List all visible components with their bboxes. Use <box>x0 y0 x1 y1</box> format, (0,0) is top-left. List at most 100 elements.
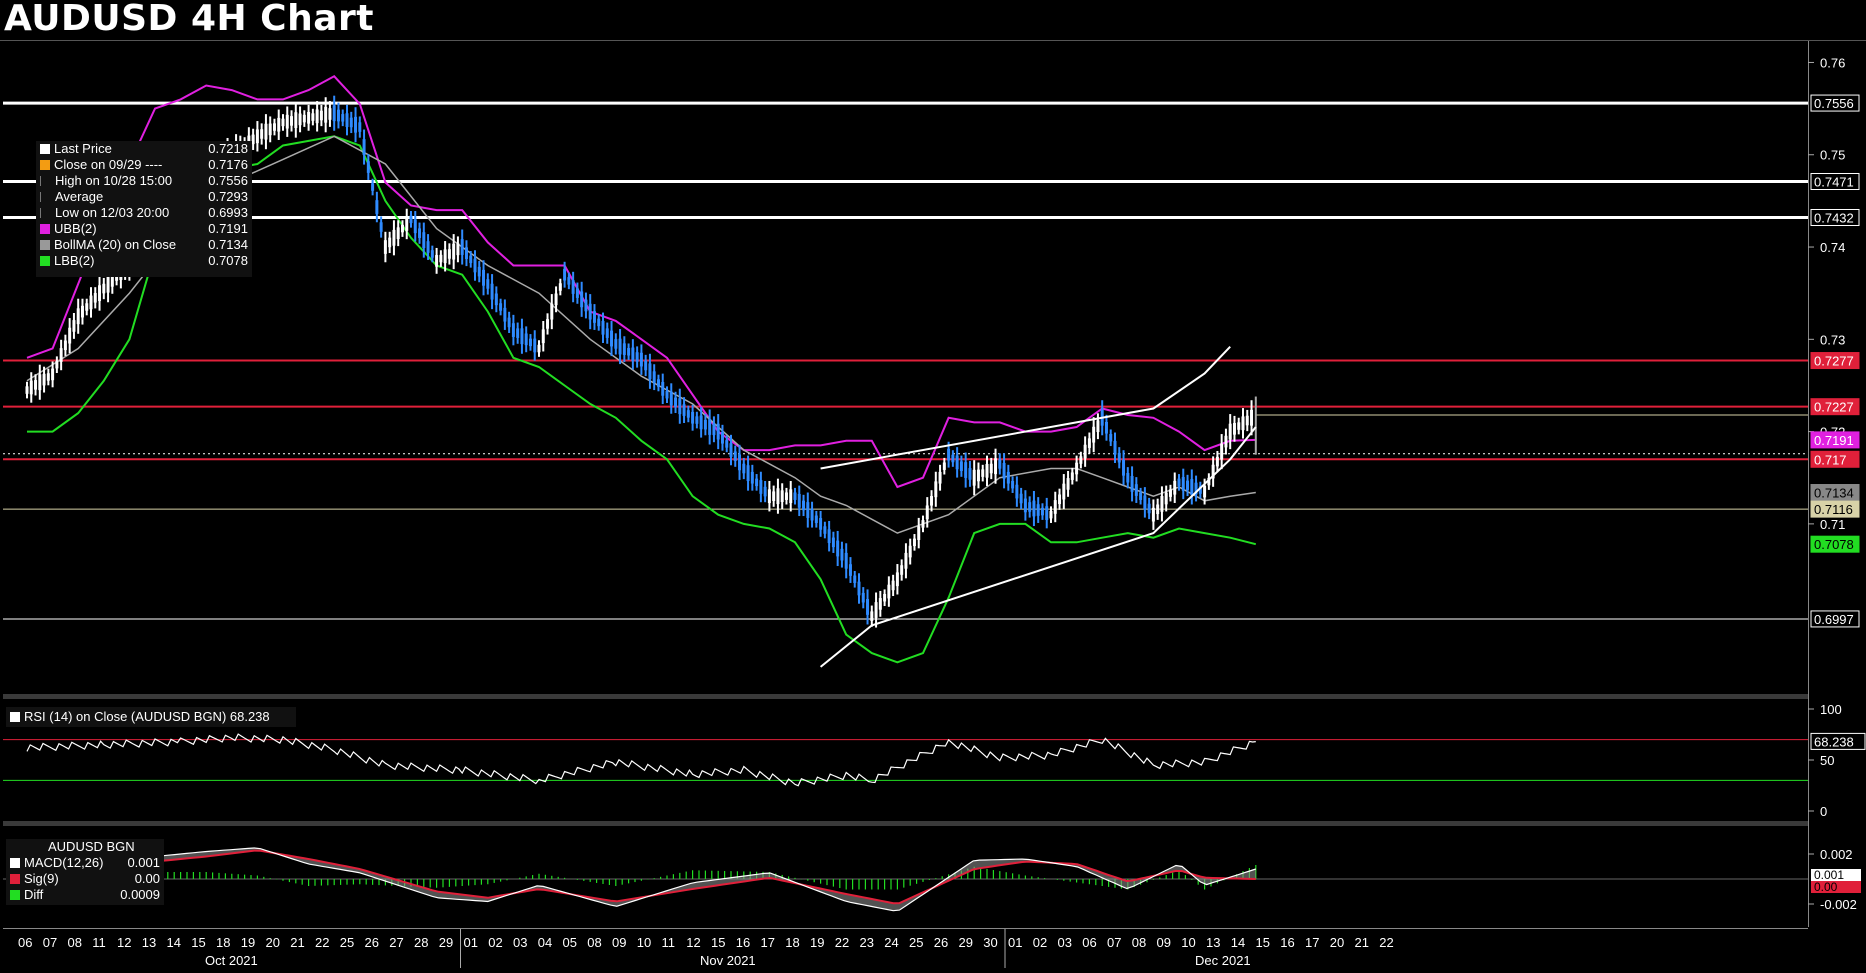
x-day-label: 03 <box>513 935 527 950</box>
price-body <box>674 397 678 408</box>
price-body <box>908 545 912 558</box>
price-body <box>409 215 413 224</box>
channel-lower-line <box>819 426 1257 668</box>
price-body <box>1143 495 1147 510</box>
macd-legend-swatch <box>10 874 20 884</box>
price-body <box>503 307 507 322</box>
x-day-label: 10 <box>637 935 651 950</box>
x-day-label: 23 <box>860 935 874 950</box>
price-body <box>985 463 989 478</box>
x-month-label: Dec 2021 <box>1195 953 1251 968</box>
price-body <box>1126 472 1130 483</box>
price-body <box>264 123 268 140</box>
price-body <box>669 391 673 406</box>
legend-label: LBB(2) <box>54 253 95 268</box>
x-day-label: 24 <box>884 935 898 950</box>
price-body <box>430 250 434 258</box>
price-body <box>712 423 716 436</box>
price-body <box>789 489 793 504</box>
price-body <box>102 283 106 294</box>
price-body <box>388 237 392 248</box>
y-tick-label: 0.73 <box>1820 332 1845 347</box>
price-body <box>733 451 737 461</box>
price-body <box>371 183 375 191</box>
price-body <box>1079 456 1083 464</box>
main-legend: Last Price 0.7218 Close on 09/29 ---- 0.717… <box>36 141 252 277</box>
price-body <box>644 360 648 371</box>
price-body <box>447 249 451 259</box>
x-day-label: 28 <box>414 935 428 950</box>
price-body <box>827 529 831 544</box>
axis-tag-0.7432: 0.7432 <box>1810 208 1860 226</box>
price-body <box>942 462 946 470</box>
price-body <box>627 348 631 356</box>
y-tick-label: 0.75 <box>1820 148 1845 163</box>
macd-legend-row: MACD(12,26) 0.001 <box>6 855 164 871</box>
price-body <box>930 496 934 506</box>
price-body <box>1237 422 1241 430</box>
macd-panel-divider <box>3 821 1808 826</box>
macd-legend-label: Sig(9) <box>24 871 59 886</box>
price-body <box>605 328 609 338</box>
legend-swatch <box>40 224 50 234</box>
x-day-label: 09 <box>612 935 626 950</box>
price-body <box>1006 471 1010 484</box>
price-body <box>524 333 528 346</box>
price-body <box>823 526 827 534</box>
price-body <box>494 293 498 306</box>
axis-tag-0.7227: 0.7227 <box>1810 398 1860 416</box>
price-body <box>456 243 460 256</box>
price-body <box>695 416 699 424</box>
price-body <box>34 380 38 390</box>
price-body <box>1173 480 1177 495</box>
price-body <box>802 500 806 511</box>
price-body <box>750 471 754 484</box>
price-body <box>895 572 899 587</box>
x-day-label: 07 <box>1107 935 1121 950</box>
price-body <box>981 469 985 477</box>
price-body <box>341 114 345 122</box>
price-body <box>656 379 660 387</box>
price-body <box>725 440 729 448</box>
price-body <box>708 419 712 435</box>
x-day-label: 25 <box>340 935 354 950</box>
price-body <box>1040 507 1044 516</box>
price-body <box>392 229 396 246</box>
y-tick-label: 0.71 <box>1820 517 1845 532</box>
price-body <box>1028 502 1032 512</box>
price-body <box>699 415 703 430</box>
price-body <box>1045 506 1049 520</box>
price-body <box>511 323 515 337</box>
price-body <box>844 552 848 569</box>
price-body <box>592 311 596 323</box>
price-body <box>810 508 814 521</box>
price-body <box>831 537 835 548</box>
price-body <box>738 454 742 471</box>
price-body <box>1147 503 1151 514</box>
price-body <box>1250 409 1254 426</box>
legend-swatch <box>40 144 50 154</box>
price-body <box>490 283 494 300</box>
price-body <box>994 458 998 475</box>
macd-legend-label: MACD(12,26) <box>24 855 104 870</box>
price-body <box>1023 498 1027 513</box>
price-body <box>635 352 639 362</box>
price-body <box>665 390 669 399</box>
legend-swatch <box>40 240 50 250</box>
price-body <box>311 113 315 121</box>
price-body <box>1015 484 1019 499</box>
legend-row: UBB(2) 0.7191 <box>36 221 252 237</box>
axis-tag-label: 0.7227 <box>1814 400 1854 415</box>
price-body <box>499 303 503 311</box>
legend-value: 0.7218 <box>208 141 248 156</box>
price-body <box>1053 500 1057 514</box>
price-body <box>1130 476 1134 492</box>
price-body <box>396 227 400 239</box>
price-body <box>260 129 264 139</box>
x-day-label: 04 <box>538 935 552 950</box>
axis-tag-label: 0.7078 <box>1814 537 1854 552</box>
axis-tag-label: 0.7116 <box>1814 502 1853 517</box>
price-body <box>1019 493 1023 504</box>
price-body <box>383 240 387 254</box>
price-body <box>541 329 545 344</box>
